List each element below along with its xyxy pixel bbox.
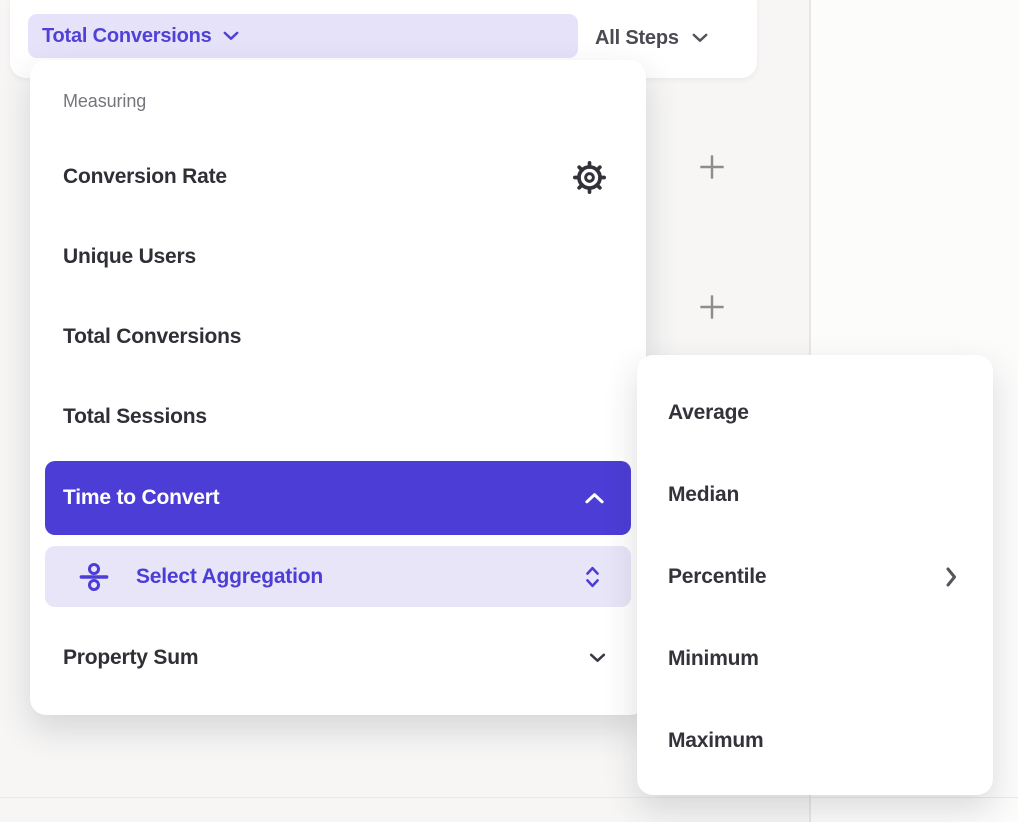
menu-item-label: Minimum	[668, 647, 759, 671]
chevron-up-icon	[585, 492, 604, 504]
steps-dropdown-button[interactable]: All Steps	[595, 15, 708, 61]
page-background: Total Conversions All Steps Measuring Co…	[0, 0, 1018, 822]
aggregation-menu: Average Median Percentile Minimum Maximu…	[637, 355, 993, 795]
measurement-dropdown-button[interactable]: Total Conversions	[28, 14, 578, 58]
select-aggregation-button[interactable]: Select Aggregation	[45, 546, 631, 607]
menu-item-maximum[interactable]: Maximum	[668, 724, 957, 758]
menu-item-unique-users[interactable]: Unique Users	[63, 240, 606, 274]
plus-icon	[698, 153, 726, 181]
gear-icon[interactable]	[573, 161, 606, 194]
menu-item-label: Property Sum	[63, 646, 198, 670]
menu-item-average[interactable]: Average	[668, 396, 957, 430]
menu-item-label: Maximum	[668, 729, 763, 753]
menu-item-property-sum[interactable]: Property Sum	[63, 641, 606, 675]
menu-item-total-sessions[interactable]: Total Sessions	[63, 400, 606, 434]
menu-item-median[interactable]: Median	[668, 478, 957, 512]
menu-item-label: Total Conversions	[63, 325, 241, 349]
menu-item-minimum[interactable]: Minimum	[668, 642, 957, 676]
select-updown-icon	[584, 564, 601, 590]
menu-item-label: Median	[668, 483, 739, 507]
add-step-button[interactable]	[698, 293, 726, 321]
chevron-down-icon	[223, 31, 239, 41]
measuring-menu: Measuring Conversion Rate Uni	[30, 60, 646, 715]
menu-item-label: Percentile	[668, 565, 766, 589]
menu-item-percentile[interactable]: Percentile	[668, 560, 957, 594]
chevron-down-icon	[692, 33, 708, 43]
menu-item-total-conversions[interactable]: Total Conversions	[63, 320, 606, 354]
menu-item-label: Unique Users	[63, 245, 196, 269]
menu-item-label: Average	[668, 401, 749, 425]
chevron-down-icon	[589, 653, 606, 663]
menu-item-conversion-rate[interactable]: Conversion Rate	[63, 160, 606, 194]
plus-icon	[698, 293, 726, 321]
menu-item-label: Select Aggregation	[136, 565, 323, 589]
horizontal-divider	[0, 797, 1018, 798]
add-step-button[interactable]	[698, 153, 726, 181]
menu-item-label: Total Sessions	[63, 405, 207, 429]
chevron-right-icon	[946, 567, 957, 587]
menu-item-time-to-convert[interactable]: Time to Convert	[45, 461, 631, 535]
menu-item-label: Conversion Rate	[63, 165, 227, 189]
menu-item-label: Time to Convert	[63, 486, 219, 510]
menu-section-label: Measuring	[63, 91, 146, 112]
steps-dropdown-label: All Steps	[595, 27, 679, 50]
aggregation-divide-icon	[78, 561, 110, 593]
measurement-dropdown-label: Total Conversions	[42, 25, 212, 48]
